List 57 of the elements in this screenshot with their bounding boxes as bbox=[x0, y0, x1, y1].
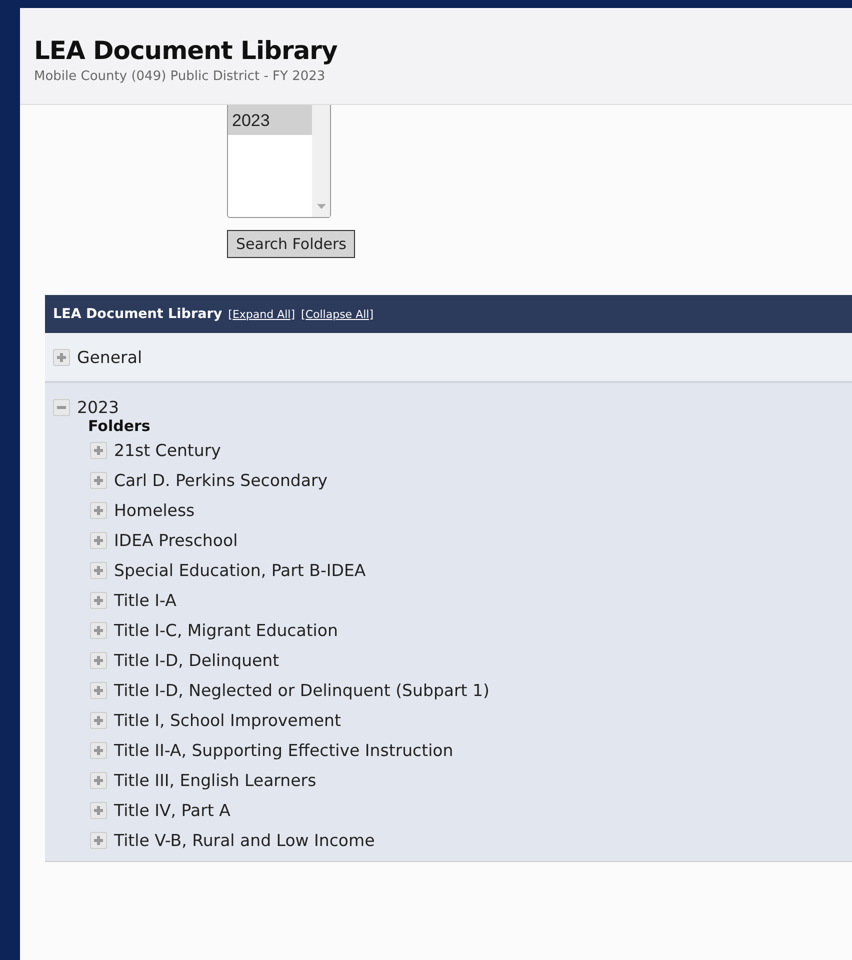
plus-icon bbox=[93, 654, 104, 666]
listbox-option[interactable]: 2023 bbox=[228, 105, 312, 135]
expand-button[interactable] bbox=[90, 592, 107, 608]
folder-label[interactable]: Title IV, Part A bbox=[114, 800, 230, 820]
expand-button[interactable] bbox=[90, 502, 107, 518]
expand-button[interactable] bbox=[90, 802, 107, 818]
folder-label[interactable]: Title I, School Improvement bbox=[114, 710, 341, 730]
plus-icon bbox=[93, 774, 104, 786]
plus-icon bbox=[93, 834, 104, 846]
root-folders-listbox[interactable]: 2023 bbox=[227, 105, 331, 218]
expand-button[interactable] bbox=[90, 682, 107, 698]
folder-label[interactable]: Title I-C, Migrant Education bbox=[114, 620, 338, 640]
folder-label[interactable]: Title II-A, Supporting Effective Instruction bbox=[114, 740, 454, 760]
tree-node-label[interactable]: 2023 bbox=[77, 398, 119, 416]
plus-icon bbox=[93, 474, 104, 486]
folder-label[interactable]: Title I-D, Delinquent bbox=[114, 650, 280, 670]
tree-node-label[interactable]: General bbox=[77, 348, 142, 366]
folder-label[interactable]: Title I-A bbox=[114, 590, 176, 610]
plus-icon bbox=[93, 714, 104, 726]
plus-icon bbox=[56, 352, 67, 362]
expand-button[interactable] bbox=[90, 472, 107, 488]
folder-label[interactable]: 21st Century bbox=[114, 440, 221, 460]
folder-label[interactable]: Carl D. Perkins Secondary bbox=[114, 470, 328, 490]
folder-label[interactable]: Title I-D, Neglected or Delinquent (Subpart 1) bbox=[114, 680, 490, 700]
expand-button[interactable] bbox=[90, 532, 107, 548]
panel-title: LEA Document Library bbox=[53, 306, 222, 322]
panel-link[interactable]: [Collapse All] bbox=[301, 308, 374, 320]
expand-button[interactable] bbox=[90, 562, 107, 578]
folder-label[interactable]: Special Education, Part B-IDEA bbox=[114, 560, 366, 580]
section-heading: Folders bbox=[87, 417, 152, 435]
folder-label[interactable]: Title III, English Learners bbox=[114, 770, 316, 790]
scroll-down-icon[interactable] bbox=[316, 204, 326, 209]
folder-label[interactable]: Title V-B, Rural and Low Income bbox=[114, 830, 375, 850]
plus-icon bbox=[93, 444, 104, 456]
folder-label[interactable]: Homeless bbox=[114, 500, 195, 520]
expand-button[interactable] bbox=[90, 442, 107, 458]
plus-icon bbox=[93, 594, 104, 606]
panel-link[interactable]: [Expand All] bbox=[228, 308, 296, 320]
plus-icon bbox=[93, 804, 104, 816]
expand-button[interactable] bbox=[90, 712, 107, 728]
search-folders-button[interactable]: Search Folders bbox=[227, 230, 356, 258]
page-title: LEA Document Library bbox=[34, 36, 338, 65]
expand-button[interactable] bbox=[53, 348, 70, 366]
plus-icon bbox=[93, 534, 104, 546]
expand-button[interactable] bbox=[90, 832, 107, 848]
plus-icon bbox=[93, 504, 104, 516]
plus-icon bbox=[93, 564, 104, 576]
expand-button[interactable] bbox=[90, 652, 107, 668]
plus-icon bbox=[93, 684, 104, 696]
expand-button[interactable] bbox=[90, 622, 107, 638]
expand-button[interactable] bbox=[90, 772, 107, 788]
collapse-button[interactable] bbox=[53, 398, 70, 416]
expand-button[interactable] bbox=[90, 742, 107, 758]
page-subtitle: Mobile County (049) Public District - FY 2023 bbox=[34, 69, 326, 84]
folder-label[interactable]: IDEA Preschool bbox=[114, 530, 238, 550]
plus-icon bbox=[93, 744, 104, 756]
plus-icon bbox=[93, 624, 104, 636]
